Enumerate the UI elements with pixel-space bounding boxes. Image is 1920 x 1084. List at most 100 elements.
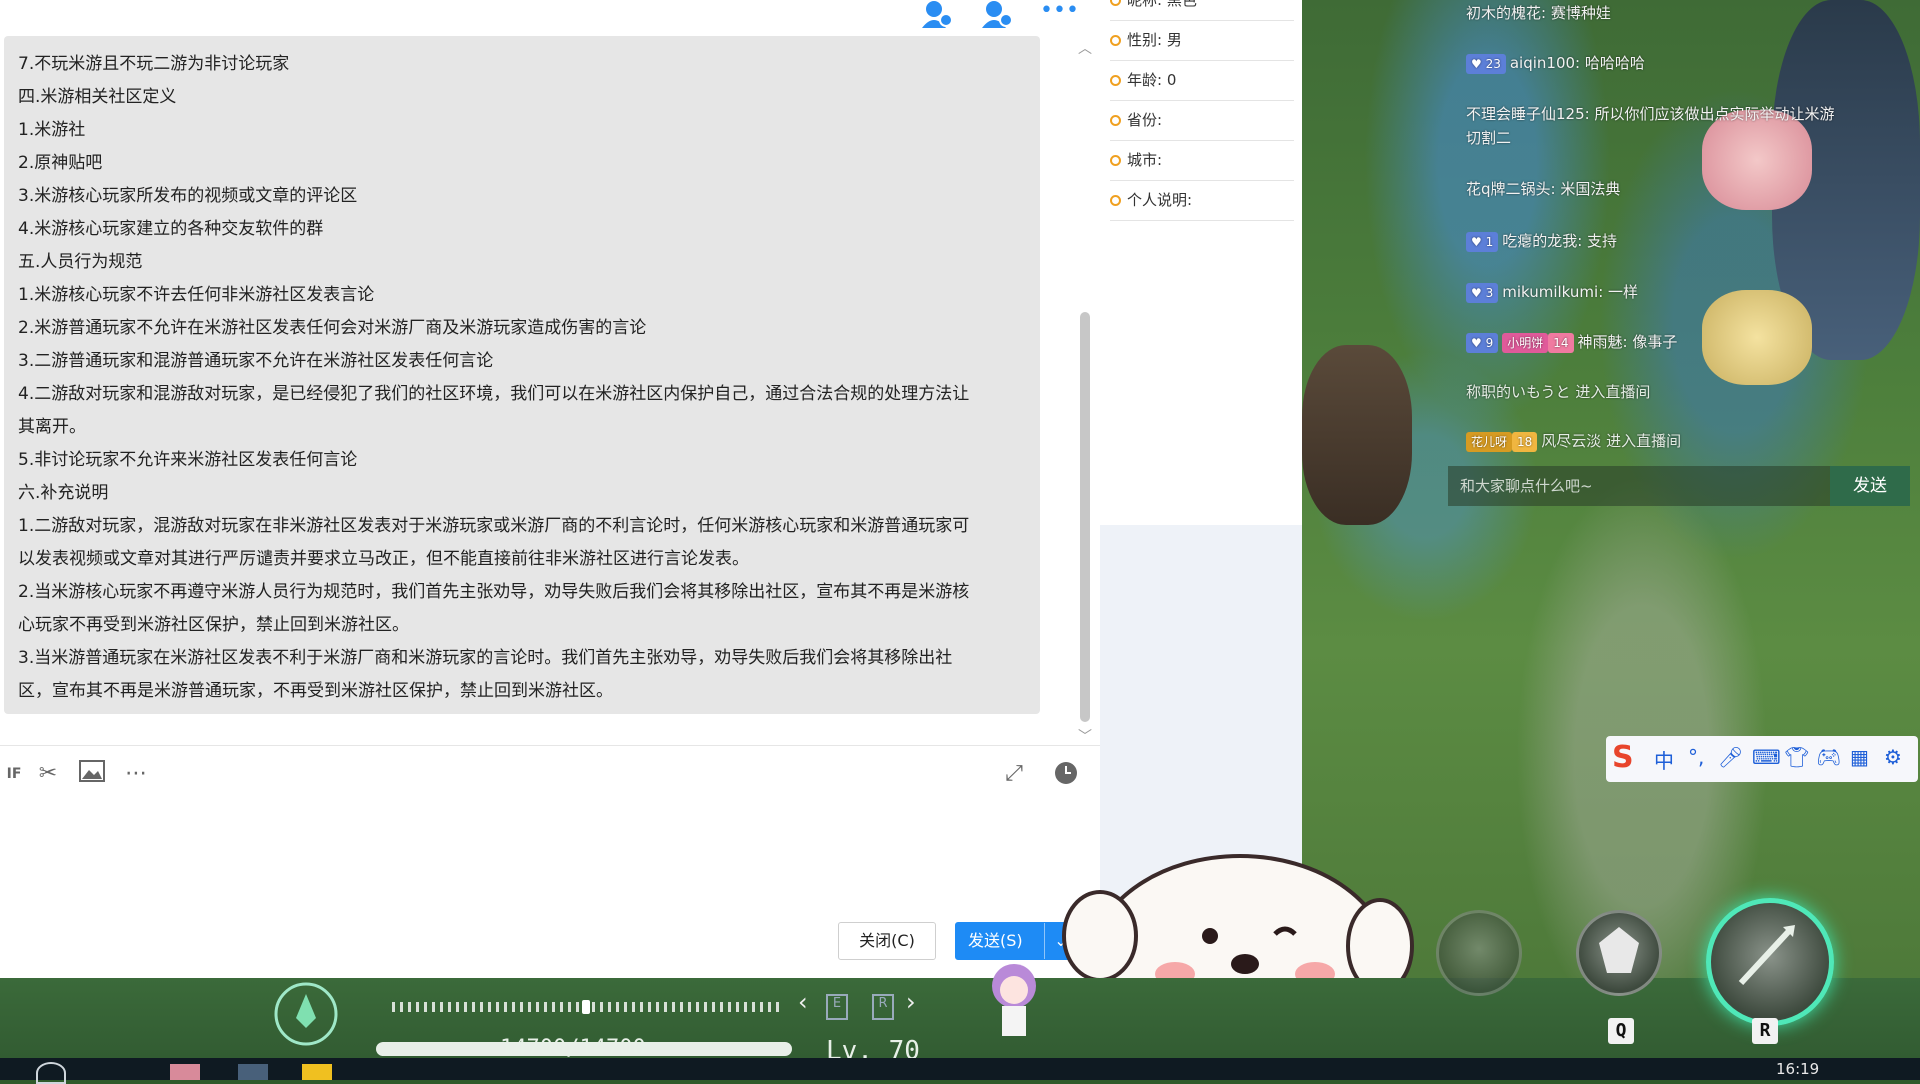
more-icon[interactable]: ••• — [1040, 0, 1079, 22]
nickname-value: 黑色 — [1166, 0, 1197, 9]
chat-message-text: 吃瘪的龙我: 支持 — [1502, 232, 1618, 250]
bio-label: 个人说明: — [1127, 191, 1193, 209]
chat-message-text: 初木的槐花: 赛博种娃 — [1466, 4, 1611, 22]
bullet-icon — [1110, 0, 1121, 6]
message-line: 心玩家不再受到米游社区保护，禁止回到米游社区。 — [18, 615, 409, 635]
settings-gear-icon[interactable]: ⚙ — [1884, 745, 1902, 769]
skill-slot-r[interactable] — [1706, 898, 1834, 1026]
item-slot-r[interactable]: R — [872, 994, 894, 1020]
punctuation-icon[interactable]: °, — [1688, 745, 1704, 769]
age-value: 0 — [1166, 71, 1177, 89]
age-row: 年龄: 0 — [1110, 60, 1294, 101]
message-line: 其离开。 — [18, 417, 86, 437]
profile-panel: 昵称: 黑色 性别: 男 年龄: 0 省份: 城市: 个人说明: — [1100, 0, 1302, 525]
chat-input[interactable]: 和大家聊点什么吧~ — [1448, 466, 1830, 506]
history-clock-icon[interactable] — [1052, 760, 1080, 788]
level-number: 9 — [1485, 335, 1494, 350]
scrollbar[interactable] — [1080, 312, 1090, 722]
character-blonde — [1702, 290, 1812, 385]
microphone-icon[interactable]: 🎤︎ — [1718, 745, 1743, 769]
send-button[interactable]: 发送(S) ⌄ — [955, 922, 1077, 960]
level-number: 1 — [1485, 234, 1494, 249]
entry-notice-text: 风尽云淡 进入直播间 — [1541, 432, 1682, 450]
bullet-icon — [1110, 35, 1121, 46]
message-line: 2.原神贴吧 — [18, 153, 103, 173]
block-user-icon[interactable] — [980, 0, 1013, 28]
fan-medal-badge: 花儿呀 — [1466, 431, 1513, 452]
chat-message-text: aiqin100: 哈哈哈哈 — [1509, 54, 1645, 72]
taskbar-app-icon[interactable] — [170, 1064, 200, 1080]
prev-arrow-icon[interactable]: ‹ — [798, 988, 808, 1016]
image-icon[interactable] — [78, 760, 106, 788]
message-line: 以发表视频或文章对其进行严厉谴责并要求立马改正，但不能直接前往非米游社区进行言论… — [18, 549, 749, 569]
keyboard-icon[interactable]: ⌨ — [1752, 745, 1781, 769]
stamina-marker — [582, 1000, 590, 1014]
entry-notice-text: 称职的いもうと 进入直播间 — [1466, 383, 1651, 401]
scroll-down-arrow-icon[interactable]: ﹀ — [1078, 726, 1092, 746]
chat-message-text: mikumilkumi: 一样 — [1502, 283, 1639, 301]
message-line: 3.二游普通玩家和混游普通玩家不允许在米游社区发表任何言论 — [18, 351, 494, 371]
next-arrow-icon[interactable]: › — [906, 988, 916, 1016]
more-tools-icon[interactable]: ⋯ — [122, 760, 150, 788]
age-label: 年龄: — [1127, 71, 1163, 89]
expand-icon[interactable]: ⤢ — [1000, 760, 1028, 788]
gender-value: 男 — [1166, 31, 1182, 49]
skin-icon[interactable]: 👕︎ — [1784, 745, 1809, 769]
level-number: 3 — [1485, 285, 1494, 300]
message-line: 五.人员行为规范 — [18, 252, 143, 272]
taskbar-app-icon[interactable] — [238, 1064, 268, 1080]
skill-slot-1[interactable] — [1436, 910, 1522, 996]
message-line: 区，宣布其不再是米游普通玩家，不再受到米游社区保护，禁止回到米游社区。 — [18, 681, 613, 701]
clock: 16:19 — [1776, 1060, 1820, 1078]
ime-mode-toggle[interactable]: 中 — [1654, 745, 1674, 774]
scissors-icon[interactable]: ✂ — [34, 760, 62, 788]
message-line: 2.米游普通玩家不允许在米游社区发表任何会对米游厂商及米游玩家造成伤害的言论 — [18, 318, 647, 338]
key-q-label: Q — [1608, 1018, 1634, 1044]
message-line: 2.当米游核心玩家不再遵守米游人员行为规范时，我们首先主张劝导，劝导失败后我们会… — [18, 582, 970, 602]
city-row: 城市: — [1110, 140, 1294, 181]
message-line: 3.当米游普通玩家在米游社区发表不利于米游厂商和米游玩家的言论时。我们首先主张劝… — [18, 648, 953, 668]
close-button[interactable]: 关闭(C) — [838, 922, 936, 960]
province-row: 省份: — [1110, 100, 1294, 141]
chat-message: 花q牌二锅头: 米国法典 — [1466, 178, 1620, 199]
gamepad-icon[interactable]: 🎮︎ — [1816, 745, 1841, 769]
skill-slot-q[interactable] — [1576, 910, 1662, 996]
apps-grid-icon[interactable]: ▦ — [1850, 745, 1869, 769]
gif-icon[interactable]: IF — [0, 760, 28, 788]
compass-icon — [266, 980, 346, 1048]
province-label: 省份: — [1127, 111, 1163, 129]
city-label: 城市: — [1127, 151, 1163, 169]
nickname-label: 昵称: — [1127, 0, 1163, 9]
fan-medal-badge: 小明饼 — [1502, 332, 1549, 353]
chat-send-button[interactable]: 发送 — [1830, 466, 1910, 506]
key-r-label: R — [1752, 1018, 1778, 1044]
chat-message: 不理会睡子仙125: 所以你们应该做出点实际举动让米游 切割二 — [1466, 102, 1834, 150]
scroll-up-arrow-icon[interactable]: ︿ — [1078, 38, 1092, 58]
gender-row: 性别: 男 — [1110, 20, 1294, 61]
gender-label: 性别: — [1127, 31, 1163, 49]
user-level-badge: ♥ 9 — [1466, 332, 1499, 353]
message-text: 7.不玩米游且不玩二游为非讨论玩家 四.米游相关社区定义 1.米游社 2.原神贴吧 3.… — [18, 48, 1026, 708]
entry-notice: 称职的いもうと 进入直播间 — [1466, 381, 1650, 402]
chat-message: ♥ 23 aiqin100: 哈哈哈哈 — [1466, 52, 1645, 74]
message-line: 1.米游社 — [18, 120, 86, 140]
sogou-logo-icon[interactable]: S — [1612, 740, 1634, 775]
taskbar-app-icon[interactable] — [302, 1064, 332, 1080]
message-line: 4.米游核心玩家建立的各种交友软件的群 — [18, 219, 324, 239]
chat-message-text: 花q牌二锅头: 米国法典 — [1466, 180, 1621, 198]
start-icon[interactable] — [36, 1062, 66, 1084]
bullet-icon — [1110, 75, 1121, 86]
item-slot-e[interactable]: E — [826, 994, 848, 1020]
message-line: 5.非讨论玩家不允许来米游社区发表任何言论 — [18, 450, 358, 470]
message-line: 1.米游核心玩家不许去任何非米游社区发表言论 — [18, 285, 375, 305]
chibi-avatar — [986, 958, 1042, 1044]
message-line: 六.补充说明 — [18, 483, 109, 503]
chat-message-text: 不理会睡子仙125: 所以你们应该做出点实际举动让米游 — [1466, 105, 1835, 123]
add-friend-icon[interactable] — [920, 0, 953, 28]
chat-message: ♥ 1 吃瘪的龙我: 支持 — [1466, 230, 1617, 252]
divider — [0, 745, 1100, 746]
chat-message: ♥ 9 小明饼 14 神雨魅: 像事子 — [1466, 331, 1677, 353]
level-number: 23 — [1485, 56, 1501, 71]
send-button-label: 发送(S) — [968, 931, 1023, 950]
bio-row: 个人说明: — [1110, 180, 1294, 221]
